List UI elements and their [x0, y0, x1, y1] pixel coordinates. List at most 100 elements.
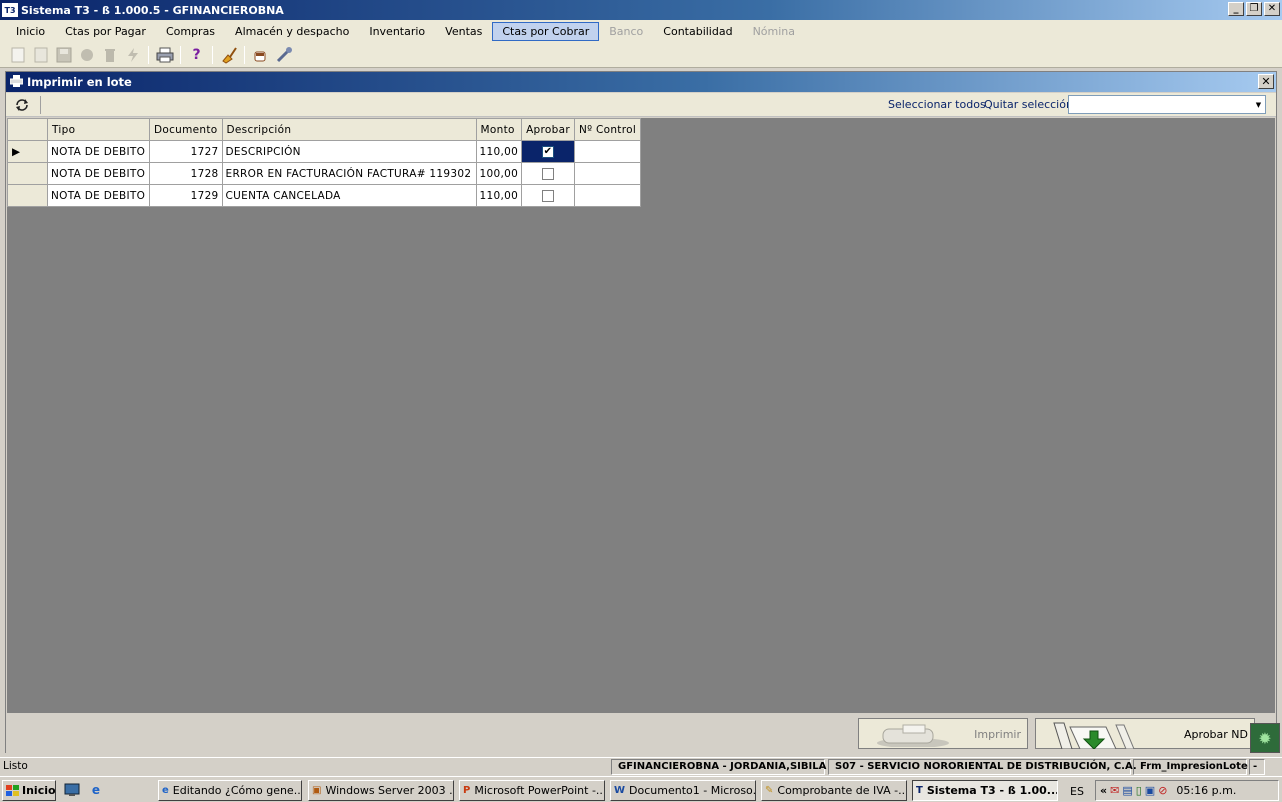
taskbar-item-comprobante[interactable]: ✎ Comprobante de IVA -...: [761, 780, 907, 801]
clipboard-icon[interactable]: ▯: [1136, 784, 1142, 797]
taskbar-item-browser[interactable]: e Editando ¿Cómo gene...: [158, 780, 302, 801]
menu-contabilidad[interactable]: Contabilidad: [653, 22, 742, 41]
taskbar-item-label: Comprobante de IVA -...: [777, 784, 907, 797]
close-button[interactable]: ✕: [1264, 2, 1280, 16]
trash-icon[interactable]: [100, 46, 119, 65]
app-logo-icon: T3: [2, 3, 18, 17]
powerpoint-icon: P: [463, 785, 471, 796]
taskbar-item-windows-server[interactable]: ▣ Windows Server 2003 ...: [308, 780, 454, 801]
taskbar-item-word[interactable]: W Documento1 - Microso...: [610, 780, 756, 801]
tray-expand-icon[interactable]: «: [1100, 784, 1107, 797]
taskbar-item-label: Windows Server 2003 ...: [325, 784, 454, 797]
grid-corner-header: [7, 118, 48, 141]
clock[interactable]: 05:16 p.m.: [1176, 784, 1236, 797]
cell-descripcion[interactable]: ERROR EN FACTURACIÓN FACTURA# 119302: [221, 162, 477, 185]
cell-descripcion[interactable]: DESCRIPCIÓN: [221, 140, 477, 163]
status-bar: Listo GFINANCIEROBNA - JORDANIA,SIBILA S…: [0, 757, 1282, 775]
cell-control[interactable]: [573, 184, 642, 207]
menu-ventas[interactable]: Ventas: [435, 22, 492, 41]
cell-control[interactable]: [573, 162, 642, 185]
column-header-monto[interactable]: Monto: [475, 118, 523, 141]
status-form-name: Frm_ImpresionLote: [1133, 759, 1248, 775]
filter-combobox[interactable]: ▼: [1068, 95, 1266, 114]
column-header-aprobar[interactable]: Aprobar: [521, 118, 575, 141]
approve-checkbox[interactable]: ✔: [542, 145, 555, 158]
menu-almacen-despacho[interactable]: Almacén y despacho: [225, 22, 359, 41]
server-window-icon: ▣: [312, 785, 322, 796]
menu-inventario[interactable]: Inventario: [359, 22, 435, 41]
menu-ctas-por-cobrar[interactable]: Ctas por Cobrar: [492, 22, 600, 41]
broom-icon[interactable]: [219, 46, 238, 65]
chevron-down-icon[interactable]: ▼: [1252, 96, 1265, 113]
cell-tipo[interactable]: NOTA DE DEBITO: [47, 184, 150, 207]
lightning-icon[interactable]: [123, 46, 142, 65]
app-title-bar[interactable]: T3 Sistema T3 - ß 1.000.5 - GFINANCIEROB…: [0, 0, 1282, 20]
menu-nomina[interactable]: Nómina: [743, 22, 805, 41]
show-desktop-icon[interactable]: [64, 782, 80, 798]
approve-nd-button-label: Aprobar ND: [1184, 728, 1248, 741]
cell-monto[interactable]: 110,00: [475, 184, 523, 207]
record-icon[interactable]: [77, 46, 96, 65]
taskbar-item-label: Sistema T3 - ß 1.00...: [926, 784, 1058, 797]
system-tray: « ✉ ▤ ▯ ▣ ⊘ 05:16 p.m.: [1095, 780, 1279, 801]
table-row[interactable]: ▶ NOTA DE DEBITO 1727 DESCRIPCIÓN 110,00…: [7, 140, 642, 163]
cell-monto[interactable]: 110,00: [475, 140, 523, 163]
bug-icon[interactable]: ✹: [1250, 723, 1280, 753]
internet-explorer-icon[interactable]: e: [88, 782, 104, 798]
cell-tipo[interactable]: NOTA DE DEBITO: [47, 140, 150, 163]
table-row[interactable]: NOTA DE DEBITO 1729 CUENTA CANCELADA 110…: [7, 184, 642, 207]
menu-banco[interactable]: Banco: [599, 22, 653, 41]
print-button[interactable]: Imprimir: [858, 718, 1028, 749]
cell-documento[interactable]: 1727: [149, 140, 223, 163]
child-toolbar: Seleccionar todos Quitar selección ▼: [6, 93, 1276, 117]
cell-monto[interactable]: 100,00: [475, 162, 523, 185]
column-header-documento[interactable]: Documento: [149, 118, 223, 141]
status-company-user: GFINANCIEROBNA - JORDANIA,SIBILA: [611, 759, 826, 775]
approve-checkbox[interactable]: [542, 167, 555, 180]
network-icon[interactable]: ▤: [1122, 784, 1132, 797]
print-icon[interactable]: [155, 46, 174, 65]
help-icon[interactable]: ?: [187, 46, 206, 65]
mail-icon[interactable]: ✉: [1110, 784, 1119, 797]
menu-inicio[interactable]: Inicio: [6, 22, 55, 41]
column-header-control[interactable]: Nº Control: [573, 118, 642, 141]
child-window-title-bar[interactable]: Imprimir en lote ✕: [6, 72, 1276, 92]
open-document-icon[interactable]: [31, 46, 50, 65]
cell-aprobar[interactable]: [521, 162, 575, 185]
volume-muted-icon[interactable]: ⊘: [1158, 784, 1167, 797]
select-all-link[interactable]: Seleccionar todos: [888, 98, 986, 111]
cell-tipo[interactable]: NOTA DE DEBITO: [47, 162, 150, 185]
documents-grid: Tipo Documento Descripción Monto Aprobar…: [7, 118, 642, 207]
cell-descripcion[interactable]: CUENTA CANCELADA: [221, 184, 477, 207]
taskbar-item-sistema-t3[interactable]: T Sistema T3 - ß 1.00...: [912, 780, 1058, 801]
new-document-icon[interactable]: [8, 46, 27, 65]
monitor-icon[interactable]: ▣: [1145, 784, 1155, 797]
coffee-cup-icon[interactable]: [251, 46, 270, 65]
column-header-tipo[interactable]: Tipo: [47, 118, 150, 141]
cell-aprobar[interactable]: [521, 184, 575, 207]
print-button-label: Imprimir: [974, 728, 1021, 741]
menu-ctas-por-pagar[interactable]: Ctas por Pagar: [55, 22, 156, 41]
menu-compras[interactable]: Compras: [156, 22, 225, 41]
column-header-descripcion[interactable]: Descripción: [221, 118, 477, 141]
minimize-button[interactable]: _: [1228, 2, 1244, 16]
clear-selection-link[interactable]: Quitar selección: [984, 98, 1073, 111]
start-button[interactable]: Inicio: [2, 780, 56, 801]
taskbar-item-powerpoint[interactable]: P Microsoft PowerPoint -...: [459, 780, 605, 801]
cell-control[interactable]: [573, 140, 642, 163]
refresh-icon[interactable]: [12, 95, 32, 115]
cell-documento[interactable]: 1728: [149, 162, 223, 185]
close-child-button[interactable]: ✕: [1258, 74, 1274, 89]
cell-documento[interactable]: 1729: [149, 184, 223, 207]
restore-button[interactable]: ❐: [1246, 2, 1262, 16]
table-row[interactable]: NOTA DE DEBITO 1728 ERROR EN FACTURACIÓN…: [7, 162, 642, 185]
save-icon[interactable]: [54, 46, 73, 65]
language-indicator[interactable]: ES: [1070, 785, 1084, 798]
approve-checkbox[interactable]: [542, 189, 555, 202]
grid-header-row: Tipo Documento Descripción Monto Aprobar…: [7, 118, 642, 141]
toolbar-separator: [212, 46, 213, 64]
approve-nd-button[interactable]: Aprobar ND: [1035, 718, 1255, 749]
cell-aprobar[interactable]: ✔: [521, 140, 575, 163]
row-header: [7, 184, 48, 207]
wrench-icon[interactable]: [274, 46, 293, 65]
